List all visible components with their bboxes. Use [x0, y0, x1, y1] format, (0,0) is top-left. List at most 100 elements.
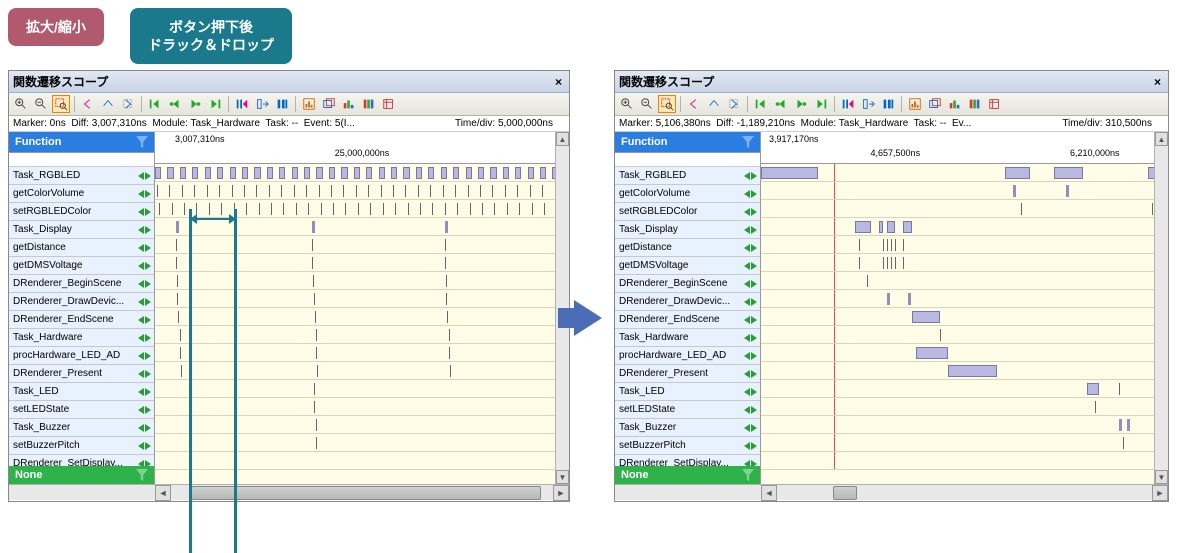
function-row[interactable]: Task_LED	[615, 383, 760, 401]
scroll-left-icon[interactable]: ◄	[155, 485, 171, 501]
event-tick[interactable]	[184, 203, 185, 215]
event-tick[interactable]	[283, 203, 284, 215]
event-tick[interactable]	[494, 203, 495, 215]
event-tick[interactable]	[418, 185, 419, 197]
exec-bar[interactable]	[292, 167, 298, 179]
function-row[interactable]: getColorVolume	[9, 185, 154, 203]
function-row[interactable]: Task_LED	[9, 383, 154, 401]
exec-bar[interactable]	[180, 167, 186, 179]
next-event-icon[interactable]	[145, 298, 152, 306]
prev-event-icon[interactable]	[743, 298, 750, 306]
event-tick[interactable]	[1066, 185, 1069, 197]
step-back-icon[interactable]	[685, 95, 703, 113]
timeline-lane[interactable]	[761, 344, 1168, 362]
exec-bar[interactable]	[155, 167, 161, 179]
next-event-icon[interactable]	[145, 244, 152, 252]
function-row[interactable]: DRenderer_BeginScene	[615, 275, 760, 293]
exec-bar[interactable]	[205, 167, 211, 179]
exec-bar[interactable]	[528, 167, 534, 179]
event-tick[interactable]	[176, 221, 179, 233]
exec-bar[interactable]	[304, 167, 310, 179]
chart-config-icon[interactable]	[906, 95, 924, 113]
exec-bar[interactable]	[242, 167, 248, 179]
event-tick[interactable]	[542, 185, 543, 197]
exec-bar[interactable]	[887, 221, 895, 233]
exec-bar[interactable]	[391, 167, 397, 179]
event-tick[interactable]	[517, 185, 518, 197]
timeline-lane[interactable]	[761, 416, 1168, 434]
chart-marker-b-icon[interactable]	[360, 95, 378, 113]
chart-marker-a-icon[interactable]	[340, 95, 358, 113]
close-icon[interactable]: ×	[552, 75, 565, 89]
time-ruler[interactable]: 3,007,310ns 25,000,000ns	[155, 132, 569, 164]
event-tick[interactable]	[482, 203, 483, 215]
step-up-icon[interactable]	[99, 95, 117, 113]
exec-bar[interactable]	[167, 167, 173, 179]
timeline-lane[interactable]	[155, 452, 569, 470]
event-tick[interactable]	[308, 203, 309, 215]
zoom-in-icon[interactable]	[618, 95, 636, 113]
function-row[interactable]: Task_Display	[615, 221, 760, 239]
event-tick[interactable]	[314, 401, 315, 413]
exec-bar[interactable]	[515, 167, 521, 179]
next-event-icon[interactable]	[751, 172, 758, 180]
exec-bar[interactable]	[503, 167, 509, 179]
event-tick[interactable]	[859, 239, 860, 251]
prev-event-icon[interactable]	[743, 208, 750, 216]
marker-bars-blue-icon[interactable]	[879, 95, 897, 113]
event-tick[interactable]	[180, 347, 181, 359]
function-row[interactable]: Task_Hardware	[9, 329, 154, 347]
event-tick[interactable]	[159, 203, 160, 215]
next-event-icon[interactable]	[145, 280, 152, 288]
timeline-lane[interactable]	[761, 200, 1168, 218]
event-tick[interactable]	[420, 203, 421, 215]
next-event-icon[interactable]	[751, 424, 758, 432]
timeline-chart[interactable]: 3,917,170ns 4,657,500ns 6,210,000ns ▲ ▼	[761, 132, 1168, 484]
marker-toggle-icon[interactable]	[859, 95, 877, 113]
step-back-icon[interactable]	[79, 95, 97, 113]
event-tick[interactable]	[505, 185, 506, 197]
scroll-down-icon[interactable]: ▼	[1155, 470, 1168, 484]
exec-bar[interactable]	[316, 167, 322, 179]
next-event-icon[interactable]	[145, 424, 152, 432]
next-event-icon[interactable]	[145, 226, 152, 234]
timeline-lane[interactable]	[761, 254, 1168, 272]
event-tick[interactable]	[181, 365, 182, 377]
prev-event-icon[interactable]	[743, 352, 750, 360]
event-tick[interactable]	[445, 239, 446, 251]
timeline-lane[interactable]	[761, 308, 1168, 326]
next-event-icon[interactable]	[751, 190, 758, 198]
prev-event-icon[interactable]	[743, 442, 750, 450]
event-tick[interactable]	[903, 257, 904, 269]
next-event-icon[interactable]	[145, 370, 152, 378]
timeline-lane[interactable]	[155, 308, 569, 326]
scroll-thumb[interactable]	[191, 486, 541, 500]
event-tick[interactable]	[1013, 185, 1016, 197]
event-tick[interactable]	[1095, 401, 1096, 413]
function-row[interactable]: Task_Buzzer	[615, 419, 760, 437]
event-tick[interactable]	[180, 329, 181, 341]
event-tick[interactable]	[903, 239, 904, 251]
function-row[interactable]: DRenderer_BeginScene	[9, 275, 154, 293]
prev-event-icon[interactable]	[743, 334, 750, 342]
timeline-lane[interactable]	[761, 398, 1168, 416]
event-tick[interactable]	[883, 257, 884, 269]
event-tick[interactable]	[895, 239, 896, 251]
filter-icon[interactable]	[742, 136, 754, 148]
next-event-icon[interactable]	[145, 316, 152, 324]
marker-bars-blue-icon[interactable]	[273, 95, 291, 113]
timeline-lane[interactable]	[155, 254, 569, 272]
event-tick[interactable]	[259, 203, 260, 215]
timeline-lane[interactable]	[155, 434, 569, 452]
event-tick[interactable]	[519, 203, 520, 215]
next-event-icon[interactable]	[751, 406, 758, 414]
scroll-up-icon[interactable]: ▲	[1155, 132, 1168, 146]
event-tick[interactable]	[232, 185, 233, 197]
event-tick[interactable]	[408, 203, 409, 215]
event-tick[interactable]	[544, 203, 545, 215]
filter-icon[interactable]	[742, 469, 754, 481]
zoom-area-icon[interactable]	[52, 95, 70, 113]
next-event-icon[interactable]	[751, 442, 758, 450]
event-tick[interactable]	[1021, 203, 1022, 215]
event-tick[interactable]	[317, 365, 318, 377]
